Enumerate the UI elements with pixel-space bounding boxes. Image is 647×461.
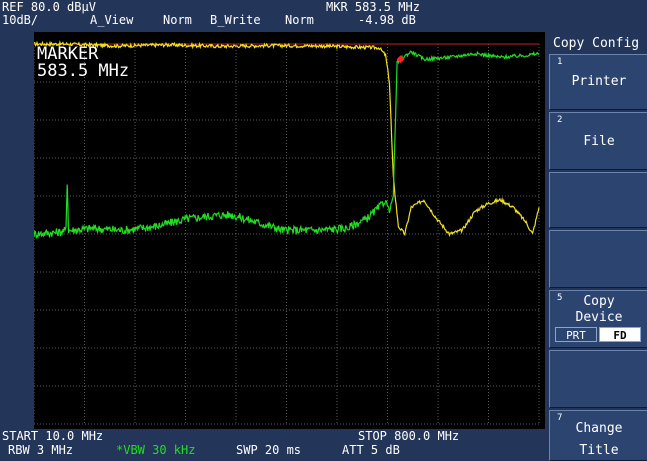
softkey-4-empty[interactable]: [549, 230, 647, 288]
softkey-label-line2: Title: [579, 443, 619, 458]
option-fd-selected[interactable]: FD: [599, 327, 641, 342]
softkey-label: File: [583, 134, 615, 149]
spectrum-display[interactable]: MARKER 583.5 MHz: [34, 32, 545, 429]
trace-a-mode: A_View: [90, 13, 134, 27]
rbw-setting: RBW 3 MHz: [8, 443, 74, 457]
copy-device-softkey[interactable]: 5 Copy Device PRT FD: [549, 290, 647, 348]
softkey-number: 2: [557, 115, 563, 125]
vbw-setting: *VBW 30 kHz: [116, 443, 196, 457]
softkey-label: Printer: [571, 74, 627, 89]
softkey-6-empty[interactable]: [549, 350, 647, 408]
start-frequency: START 10.0 MHz: [2, 429, 104, 443]
softkey-label: Change: [575, 421, 623, 436]
sweep-time: SWP 20 ms: [236, 443, 302, 457]
marker-info: MARKER 583.5 MHz: [37, 46, 129, 80]
trace-a-detector: Norm: [163, 13, 192, 27]
menu-title: Copy Config: [553, 36, 640, 51]
softkey-number: 1: [557, 57, 563, 67]
attenuation: ATT 5 dB: [342, 443, 400, 457]
softkey-3-empty[interactable]: [549, 172, 647, 228]
spectrum-plot: [34, 40, 540, 425]
softkey-label: Copy: [583, 294, 615, 309]
file-softkey[interactable]: 2 File: [549, 112, 647, 170]
stop-frequency: STOP 800.0 MHz: [358, 429, 460, 443]
scale-per-div: 10dB/: [2, 13, 39, 27]
printer-softkey[interactable]: 1 Printer: [549, 54, 647, 110]
trace-b-detector: Norm: [285, 13, 314, 27]
marker-level-readout: -4.98 dB: [358, 13, 416, 27]
marker-frequency: 583.5 MHz: [37, 61, 130, 81]
softkey-label-line2: Device: [575, 310, 623, 325]
option-prt[interactable]: PRT: [555, 327, 597, 342]
trace-b-mode: B_Write: [210, 13, 261, 27]
change-title-softkey[interactable]: 7 Change Title: [549, 410, 647, 461]
